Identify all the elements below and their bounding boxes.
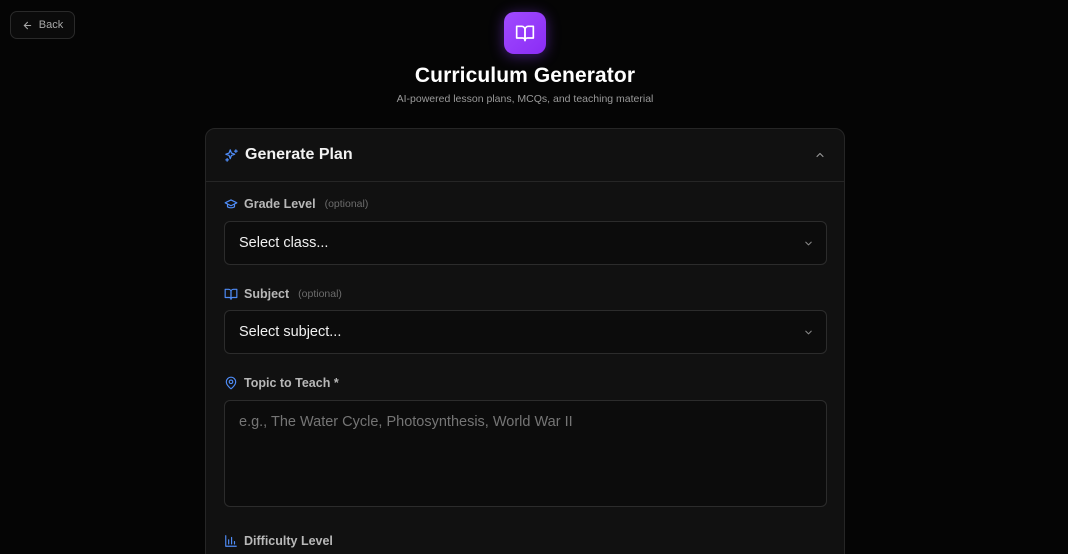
subject-optional-hint: (optional) bbox=[298, 288, 342, 300]
subject-label: Subject (optional) bbox=[224, 287, 342, 301]
grade-level-value: Select class... bbox=[239, 235, 329, 251]
grade-level-select[interactable]: Select class... bbox=[224, 221, 827, 265]
bar-chart-icon bbox=[225, 535, 237, 547]
topic-label: Topic to Teach * bbox=[224, 376, 339, 390]
book-open-icon bbox=[515, 25, 535, 42]
topic-input[interactable] bbox=[224, 400, 827, 507]
hero-logo bbox=[504, 12, 546, 54]
grade-optional-hint: (optional) bbox=[324, 198, 369, 210]
subject-value: Select subject... bbox=[239, 324, 342, 340]
grade-level-label: Grade Level (optional) bbox=[224, 197, 368, 211]
sparkles-icon bbox=[225, 148, 238, 162]
chevron-down-icon bbox=[805, 330, 812, 335]
card-header[interactable]: Generate Plan bbox=[206, 129, 844, 182]
topic-text: Topic to Teach * bbox=[244, 376, 339, 390]
subject-text: Subject bbox=[244, 287, 290, 301]
subject-select[interactable]: Select subject... bbox=[224, 310, 827, 354]
page-subtitle: AI-powered lesson plans, MCQs, and teach… bbox=[396, 93, 654, 105]
generate-plan-card: Generate Plan Grade Level (optional) Sel… bbox=[205, 128, 845, 554]
arrow-left-icon bbox=[23, 21, 31, 29]
chevron-up-icon[interactable] bbox=[814, 149, 826, 161]
back-button[interactable]: Back bbox=[10, 11, 75, 39]
map-pin-icon bbox=[225, 376, 237, 390]
card-title: Generate Plan bbox=[245, 146, 353, 163]
page-title: Curriculum Generator bbox=[414, 64, 636, 87]
grade-level-text: Grade Level bbox=[244, 197, 316, 211]
difficulty-label: Difficulty Level bbox=[224, 534, 333, 548]
difficulty-text: Difficulty Level bbox=[244, 534, 333, 548]
book-open-icon bbox=[224, 288, 238, 300]
chevron-down-icon bbox=[805, 241, 812, 246]
back-label: Back bbox=[38, 19, 64, 31]
graduation-cap-icon bbox=[224, 199, 238, 209]
